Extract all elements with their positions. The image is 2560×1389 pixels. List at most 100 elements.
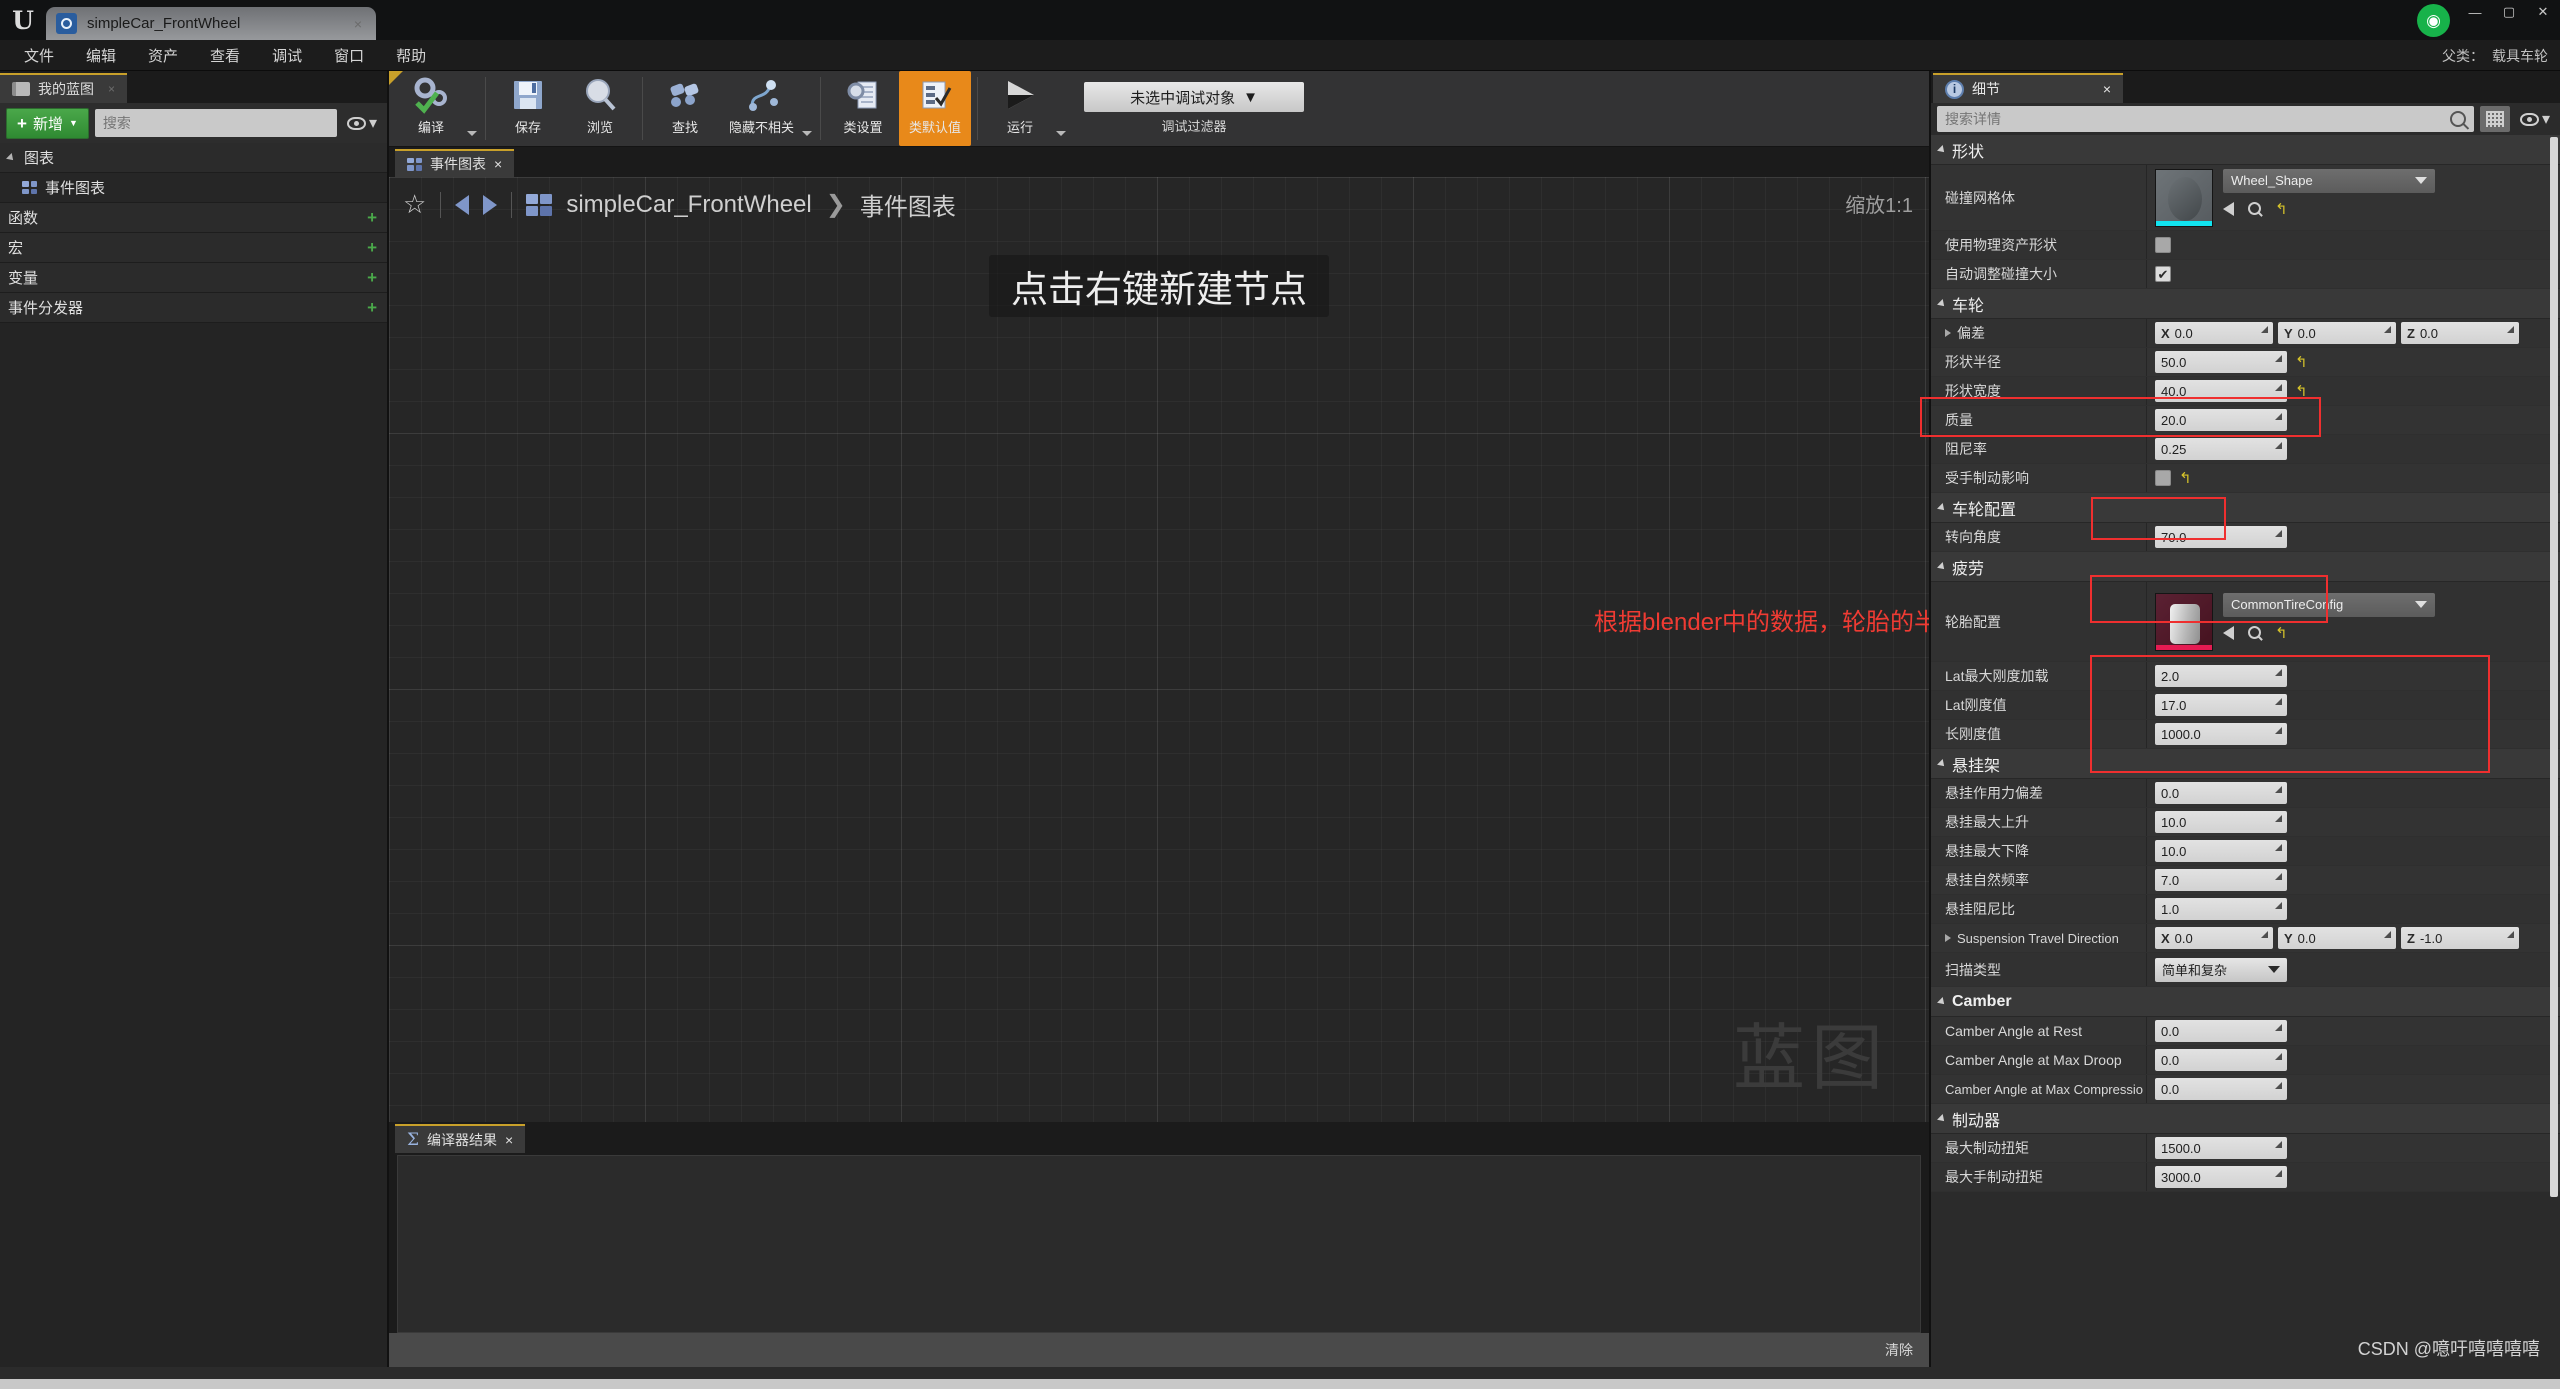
compile-button[interactable]: 编译 bbox=[395, 71, 467, 146]
details-search-input[interactable] bbox=[1945, 111, 2450, 127]
suspension-force-offset-field[interactable]: 0.0 bbox=[2155, 782, 2287, 804]
suspension-natural-frequency-field[interactable]: 7.0 bbox=[2155, 869, 2287, 891]
tree-category-macros[interactable]: 宏 + bbox=[0, 233, 387, 263]
browse-asset-icon[interactable] bbox=[2248, 626, 2261, 639]
tab-my-blueprint[interactable]: 我的蓝图 × bbox=[0, 73, 128, 103]
debug-object-select[interactable]: 未选中调试对象 ▼ bbox=[1084, 82, 1305, 112]
tree-category-graphs[interactable]: 图表 bbox=[0, 143, 387, 173]
close-icon[interactable]: × bbox=[108, 82, 115, 96]
use-selected-asset-icon[interactable] bbox=[2223, 201, 2234, 216]
details-search-box[interactable] bbox=[1937, 106, 2474, 132]
play-options-chevron-down-icon[interactable] bbox=[1056, 131, 1067, 136]
clear-button[interactable]: 清除 bbox=[1885, 1340, 1913, 1360]
details-scrollbar[interactable] bbox=[2550, 135, 2558, 1367]
offset-z-field[interactable]: Z 0.0 bbox=[2401, 322, 2519, 344]
reset-icon[interactable]: ↰ bbox=[2295, 382, 2308, 400]
camber-angle-at-rest-field[interactable]: 0.0 bbox=[2155, 1020, 2287, 1042]
close-icon[interactable]: × bbox=[354, 16, 362, 32]
add-event-dispatcher-icon[interactable]: + bbox=[367, 298, 377, 318]
menu-item-debug[interactable]: 调试 bbox=[258, 41, 316, 70]
menu-item-window[interactable]: 窗口 bbox=[320, 41, 378, 70]
play-button[interactable]: 运行 bbox=[984, 71, 1056, 146]
add-variable-icon[interactable]: + bbox=[367, 268, 377, 288]
reset-icon[interactable]: ↰ bbox=[2275, 200, 2288, 218]
search-icon[interactable] bbox=[2449, 111, 2466, 127]
maximize-button[interactable]: ▢ bbox=[2492, 0, 2526, 24]
tab-event-graph[interactable]: 事件图表 × bbox=[395, 149, 515, 177]
wheel-shape-thumb[interactable] bbox=[2155, 168, 2213, 227]
damping-rate-field[interactable]: 0.25 bbox=[2155, 438, 2287, 460]
tree-category-variables[interactable]: 变量 + bbox=[0, 263, 387, 293]
section-header-wheel[interactable]: 车轮 bbox=[1931, 289, 2560, 319]
section-header-camber[interactable]: Camber bbox=[1931, 987, 2560, 1017]
hide-unrelated-button[interactable]: 隐藏不相关 bbox=[721, 71, 802, 146]
section-header-shape[interactable]: 形状 bbox=[1931, 135, 2560, 165]
menu-item-help[interactable]: 帮助 bbox=[382, 41, 440, 70]
back-arrow-icon[interactable] bbox=[455, 194, 470, 215]
suspension-travel-z-field[interactable]: Z -1.0 bbox=[2401, 927, 2519, 949]
tree-item-event-graph[interactable]: 事件图表 bbox=[0, 173, 387, 203]
visibility-toggle[interactable]: ▾ bbox=[343, 113, 381, 133]
tab-details[interactable]: i 细节 × bbox=[1933, 73, 2123, 103]
sweep-type-select[interactable]: 简单和复杂 bbox=[2155, 957, 2287, 982]
tree-category-functions[interactable]: 函数 + bbox=[0, 203, 387, 233]
mass-field[interactable]: 20.0 bbox=[2155, 409, 2287, 431]
tab-compiler-results[interactable]: Σ 编译器结果 × bbox=[395, 1124, 526, 1153]
lat-stiff-max-load-field[interactable]: 2.0 bbox=[2155, 665, 2287, 687]
menu-item-view[interactable]: 查看 bbox=[196, 41, 254, 70]
suspension-max-drop-field[interactable]: 10.0 bbox=[2155, 840, 2287, 862]
suspension-travel-y-field[interactable]: Y 0.0 bbox=[2278, 927, 2396, 949]
favorite-star-icon[interactable]: ☆ bbox=[403, 189, 426, 220]
add-function-icon[interactable]: + bbox=[367, 208, 377, 228]
menu-item-asset[interactable]: 资产 bbox=[134, 41, 192, 70]
add-macro-icon[interactable]: + bbox=[367, 238, 377, 258]
close-icon[interactable]: × bbox=[505, 1132, 513, 1148]
menu-item-edit[interactable]: 编辑 bbox=[72, 41, 130, 70]
close-icon[interactable]: × bbox=[2103, 81, 2111, 97]
suspension-travel-x-field[interactable]: X 0.0 bbox=[2155, 927, 2273, 949]
browse-asset-icon[interactable] bbox=[2248, 202, 2261, 215]
tire-config-select[interactable]: CommonTireConfig bbox=[2223, 592, 2435, 617]
minimize-button[interactable]: — bbox=[2458, 0, 2492, 24]
browse-button[interactable]: 浏览 bbox=[564, 71, 636, 146]
suspension-damping-ratio-field[interactable]: 1.0 bbox=[2155, 898, 2287, 920]
reset-icon[interactable]: ↰ bbox=[2179, 469, 2192, 487]
section-header-fatigue[interactable]: 疲劳 bbox=[1931, 552, 2560, 582]
long-stiff-value-field[interactable]: 1000.0 bbox=[2155, 723, 2287, 745]
document-tab[interactable]: simpleCar_FrontWheel × bbox=[46, 7, 376, 40]
use-physics-asset-shape-checkbox[interactable] bbox=[2155, 237, 2171, 253]
blueprint-search-box[interactable] bbox=[94, 109, 337, 137]
details-grid-view-button[interactable] bbox=[2479, 106, 2510, 132]
class-defaults-button[interactable]: 类默认值 bbox=[899, 71, 972, 146]
auto-adjust-collision-checkbox[interactable] bbox=[2155, 266, 2171, 282]
shape-radius-field[interactable]: 50.0 bbox=[2155, 351, 2287, 373]
camber-angle-at-max-droop-field[interactable]: 0.0 bbox=[2155, 1049, 2287, 1071]
breadcrumb-leaf[interactable]: 事件图表 bbox=[860, 187, 956, 222]
details-scroll-area[interactable]: 形状 碰撞网格体 Wheel_Shape ↰ 使用物理资产形状 自动调整碰撞大小… bbox=[1931, 135, 2560, 1367]
tire-config-thumb[interactable] bbox=[2155, 592, 2213, 651]
offset-y-field[interactable]: Y 0.0 bbox=[2278, 322, 2396, 344]
event-graph-canvas[interactable]: ☆ simpleCar_FrontWheel ❯ 事件图表 缩放1:1 点击右键… bbox=[389, 177, 1929, 1122]
find-button[interactable]: 查找 bbox=[649, 71, 721, 146]
menu-item-file[interactable]: 文件 bbox=[10, 41, 68, 70]
chevron-down-icon[interactable] bbox=[6, 152, 16, 163]
shape-width-field[interactable]: 40.0 bbox=[2155, 380, 2287, 402]
parent-class-value[interactable]: 载具车轮 bbox=[2492, 46, 2548, 66]
blueprint-search-input[interactable] bbox=[102, 115, 329, 131]
steer-angle-field[interactable]: 70.0 bbox=[2155, 526, 2287, 548]
tree-category-event-dispatchers[interactable]: 事件分发器 + bbox=[0, 293, 387, 323]
use-selected-asset-icon[interactable] bbox=[2223, 625, 2234, 640]
add-button[interactable]: + 新增 ▼ bbox=[6, 107, 89, 139]
save-button[interactable]: 保存 bbox=[492, 71, 564, 146]
chevron-right-icon[interactable] bbox=[1945, 934, 1951, 942]
section-header-suspension[interactable]: 悬挂架 bbox=[1931, 749, 2560, 779]
close-window-button[interactable]: ✕ bbox=[2526, 0, 2560, 24]
hide-unrelated-chevron-down-icon[interactable] bbox=[802, 131, 813, 136]
reset-icon[interactable]: ↰ bbox=[2295, 353, 2308, 371]
camber-angle-at-max-compression-field[interactable]: 0.0 bbox=[2155, 1078, 2287, 1100]
offset-x-field[interactable]: X 0.0 bbox=[2155, 322, 2273, 344]
breadcrumb-root[interactable]: simpleCar_FrontWheel bbox=[566, 191, 811, 219]
class-settings-button[interactable]: 类设置 bbox=[827, 71, 899, 146]
unreal-badge-icon[interactable]: ◉ bbox=[2417, 4, 2450, 37]
collision-mesh-select[interactable]: Wheel_Shape bbox=[2223, 168, 2435, 193]
